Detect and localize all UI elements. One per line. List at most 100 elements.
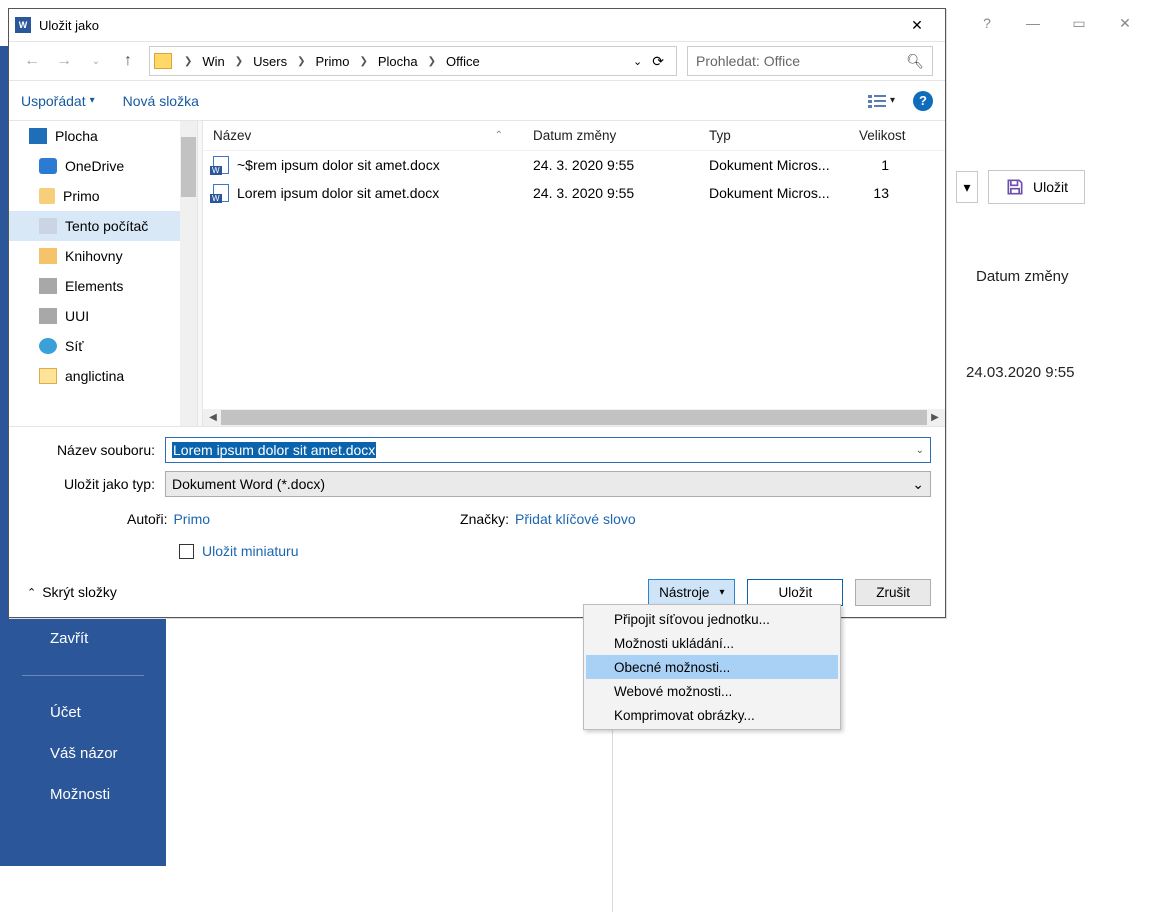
lib-icon <box>39 248 57 264</box>
new-folder-button[interactable]: Nová složka <box>123 93 199 109</box>
desktop-icon <box>29 128 47 144</box>
search-input[interactable]: Prohledat: Office 🔍︎ <box>687 46 933 76</box>
chevron-right-icon[interactable]: ❯ <box>229 56 249 67</box>
refresh-button[interactable]: ⟳ <box>652 53 664 70</box>
tree-item-plocha[interactable]: Plocha <box>9 121 180 151</box>
tree-item-onedrive[interactable]: OneDrive <box>9 151 180 181</box>
tools-menu-item[interactable]: Možnosti ukládání... <box>586 631 838 655</box>
save-thumbnail-label: Uložit miniaturu <box>202 543 298 559</box>
nav-up[interactable]: ↑ <box>117 52 139 70</box>
tools-button[interactable]: Nástroje▾ <box>648 579 735 606</box>
tree-item-uui[interactable]: UUI <box>9 301 180 331</box>
help-icon[interactable]: ? <box>913 91 933 111</box>
sidebar-close[interactable]: Zavřít <box>0 618 166 659</box>
file-name: Lorem ipsum dolor sit amet.docx <box>237 185 439 201</box>
bg-col-date: Datum změny <box>976 268 1069 285</box>
crumb[interactable]: Plocha <box>376 54 420 69</box>
sidebar-feedback[interactable]: Váš názor <box>0 733 166 774</box>
pc-icon <box>39 218 57 234</box>
tree-item-label: Síť <box>65 338 83 354</box>
save-button[interactable]: Uložit <box>747 579 843 606</box>
docx-icon <box>213 156 229 174</box>
filetype-select[interactable]: Dokument Word (*.docx) ⌄ <box>165 471 931 497</box>
save-thumbnail-checkbox[interactable] <box>179 544 194 559</box>
chevron-down-icon: ▾ <box>890 95 895 106</box>
folder-tree: Plocha OneDrivePrimo Tento počítač Knihovny… <box>9 121 197 426</box>
chevron-down-icon: ▾ <box>90 95 95 106</box>
file-list-pane: Název⌃ Datum změny Typ Velikost ~$rem ip… <box>203 121 945 426</box>
chevron-down-icon: ▾ <box>719 587 724 598</box>
minimize-button[interactable]: ― <box>1010 0 1056 46</box>
crumb[interactable]: Win <box>200 54 226 69</box>
tree-item-anglictina[interactable]: anglictina <box>9 361 180 391</box>
drive-icon <box>39 278 57 294</box>
search-placeholder: Prohledat: Office <box>696 53 800 69</box>
tree-item-knihovny[interactable]: Knihovny <box>9 241 180 271</box>
tags-value[interactable]: Přidat klíčové slovo <box>515 511 636 527</box>
tree-item-label: Elements <box>65 278 123 294</box>
word-icon: W <box>15 17 31 33</box>
dialog-title: Uložit jako <box>39 18 895 33</box>
scroll-left[interactable]: ◀ <box>205 412 221 423</box>
file-size: 1 <box>859 157 889 173</box>
chevron-right-icon[interactable]: ❯ <box>178 56 198 67</box>
file-row[interactable]: ~$rem ipsum dolor sit amet.docx24. 3. 20… <box>203 151 945 179</box>
filename-label: Název souboru: <box>23 442 165 458</box>
docx-icon <box>213 184 229 202</box>
nav-back[interactable]: ← <box>21 52 43 70</box>
tree-item-label: Plocha <box>55 128 98 144</box>
chevron-down-icon[interactable]: ⌄ <box>916 445 924 456</box>
tree-item-tento-počítač[interactable]: Tento počítač <box>9 211 180 241</box>
tree-item-label: anglictina <box>65 368 124 384</box>
chevron-right-icon[interactable]: ❯ <box>353 56 373 67</box>
hide-folders-toggle[interactable]: ⌃ Skrýt složky <box>27 584 117 600</box>
file-type: Dokument Micros... <box>709 157 859 173</box>
tools-menu-item[interactable]: Připojit síťovou jednotku... <box>586 607 838 631</box>
sidebar-account[interactable]: Účet <box>0 692 166 733</box>
tools-menu-item[interactable]: Komprimovat obrázky... <box>586 703 838 727</box>
filetype-label: Uložit jako typ: <box>23 476 165 492</box>
sidebar-options[interactable]: Možnosti <box>0 774 166 815</box>
tools-menu-item[interactable]: Webové možnosti... <box>586 679 838 703</box>
crumb[interactable]: Primo <box>314 54 352 69</box>
crumb[interactable]: Users <box>251 54 289 69</box>
crumb[interactable]: Office <box>444 54 482 69</box>
chevron-right-icon[interactable]: ❯ <box>422 56 442 67</box>
tree-item-label: Tento počítač <box>65 218 148 234</box>
onedrive-icon <box>39 158 57 174</box>
file-row[interactable]: Lorem ipsum dolor sit amet.docx 24. 3. 20… <box>203 179 945 207</box>
cancel-button[interactable]: Zrušit <box>855 579 931 606</box>
dialog-close-button[interactable]: ✕ <box>895 9 939 41</box>
bg-format-dropdown[interactable]: ▾ <box>956 171 978 203</box>
view-options-button[interactable]: ▾ <box>868 94 895 108</box>
breadcrumb-dropdown[interactable]: ⌄ <box>633 55 642 68</box>
file-hscrollbar[interactable]: ◀ ▶ <box>203 409 945 426</box>
bg-save-button[interactable]: Uložit <box>988 170 1085 204</box>
tree-scrollbar[interactable] <box>180 121 197 426</box>
organize-button[interactable]: Uspořádat ▾ <box>21 93 95 109</box>
search-icon: 🔍︎ <box>906 53 924 70</box>
drive-icon <box>39 308 57 324</box>
net-icon <box>39 338 57 354</box>
breadcrumb[interactable]: ❯ Win ❯ Users ❯ Primo ❯ Plocha ❯ Office … <box>149 46 677 76</box>
authors-value[interactable]: Primo <box>173 511 210 527</box>
tree-item-label: Knihovny <box>65 248 123 264</box>
help-button[interactable]: ? <box>964 0 1010 46</box>
file-list-header[interactable]: Název⌃ Datum změny Typ Velikost <box>203 121 945 151</box>
tree-item-elements[interactable]: Elements <box>9 271 180 301</box>
tree-item-síť[interactable]: Síť <box>9 331 180 361</box>
maximize-button[interactable]: ▭ <box>1056 0 1102 46</box>
nav-forward[interactable]: → <box>53 52 75 70</box>
file-type: Dokument Micros... <box>709 185 859 201</box>
scroll-right[interactable]: ▶ <box>927 412 943 423</box>
tree-item-label: UUI <box>65 308 89 324</box>
filename-input[interactable]: Lorem ipsum dolor sit amet.docx ⌄ <box>165 437 931 463</box>
nav-recent-dropdown[interactable]: ⌄ <box>85 56 107 67</box>
chevron-down-icon: ⌄ <box>912 476 924 493</box>
file-date: 24. 3. 2020 9:55 <box>533 185 709 201</box>
chevron-right-icon[interactable]: ❯ <box>291 56 311 67</box>
chevron-up-icon: ⌃ <box>27 586 36 599</box>
close-button[interactable]: ✕ <box>1102 0 1148 46</box>
tree-item-primo[interactable]: Primo <box>9 181 180 211</box>
tools-menu-item[interactable]: Obecné možnosti... <box>586 655 838 679</box>
